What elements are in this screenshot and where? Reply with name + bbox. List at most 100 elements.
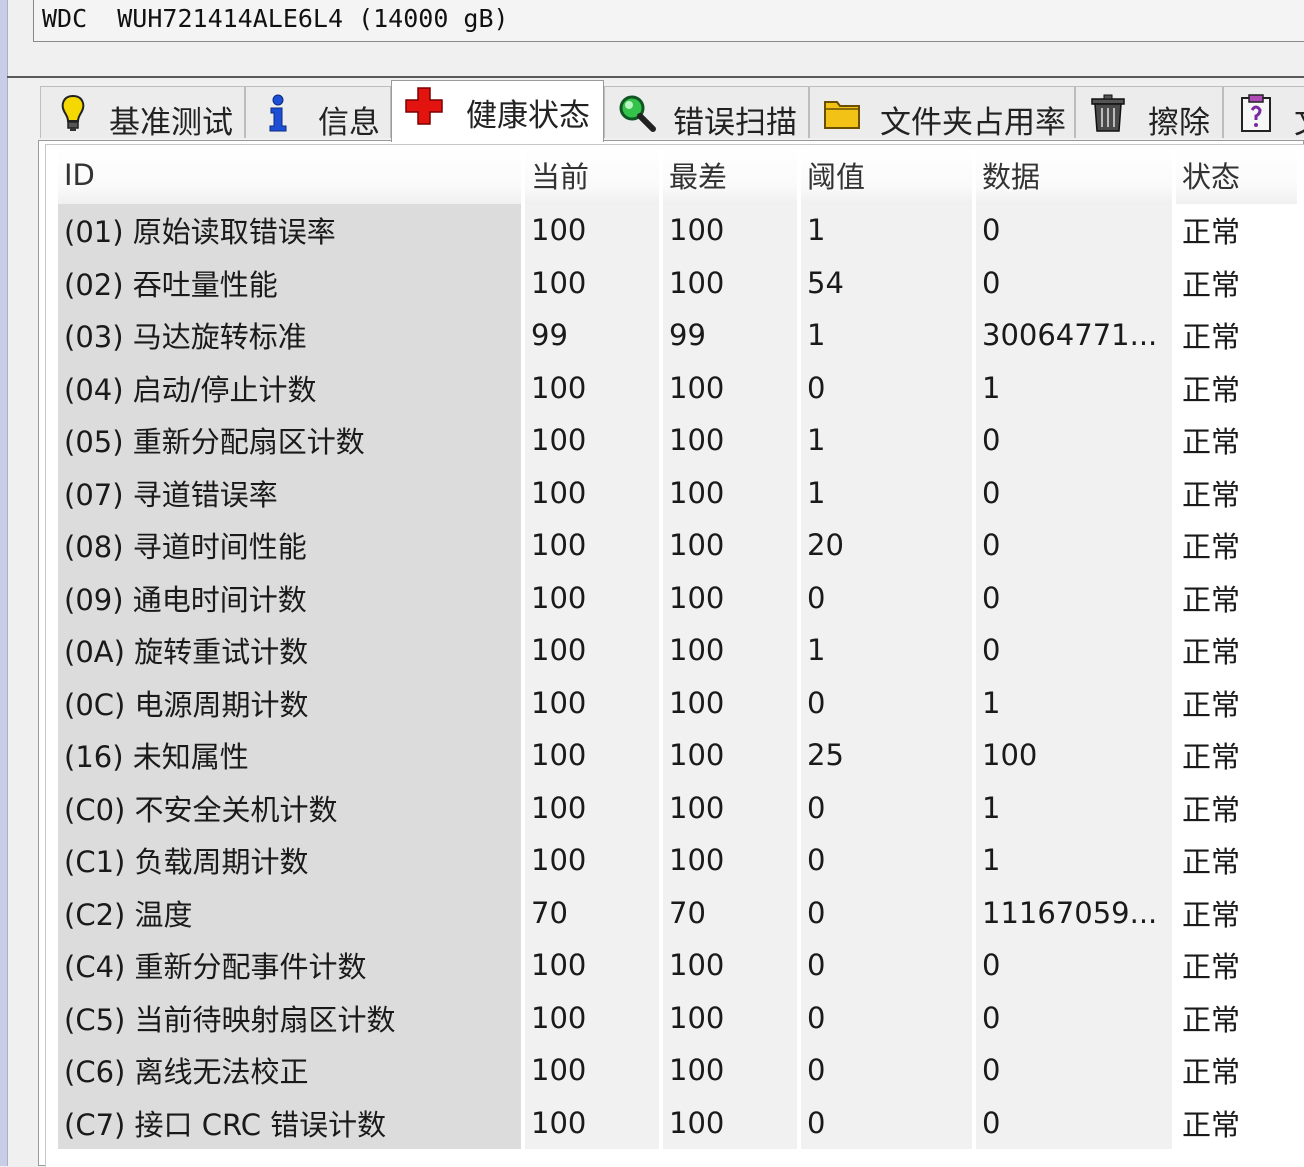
table-header-row: ID 当前 最差 阈值 数据 状态 xyxy=(58,146,1301,204)
table-row[interactable]: (02) 吞吐量性能 100 100 54 0 正常 xyxy=(58,256,1301,309)
table-row[interactable]: (03) 马达旋转标准 99 99 1 30064771... 正常 xyxy=(58,309,1301,362)
worst-value: 100 xyxy=(661,1096,801,1149)
status-value: 正常 xyxy=(1174,676,1301,729)
attribute-name: (C4) 重新分配事件计数 xyxy=(58,939,525,992)
table-row[interactable]: (C6) 离线无法校正 100 100 0 0 正常 xyxy=(58,1044,1301,1097)
attribute-name: (0C) 电源周期计数 xyxy=(58,676,525,729)
tab-file[interactable]: 文 xyxy=(1223,86,1304,141)
current-value: 100 xyxy=(523,834,663,887)
attribute-name: (C7) 接口 CRC 错误计数 xyxy=(58,1096,525,1149)
attribute-name: (02) 吞吐量性能 xyxy=(58,256,525,309)
raw-data-value: 0 xyxy=(974,939,1176,992)
folder-icon xyxy=(824,101,860,129)
worst-value: 100 xyxy=(661,781,801,834)
worst-value: 100 xyxy=(661,519,801,572)
status-value: 正常 xyxy=(1174,781,1301,834)
health-cross-icon xyxy=(405,87,443,125)
bulb-icon xyxy=(61,94,85,131)
attribute-name: (07) 寻道错误率 xyxy=(58,466,525,519)
current-value: 100 xyxy=(523,939,663,992)
raw-data-value: 0 xyxy=(974,624,1176,677)
threshold-value: 0 xyxy=(799,781,976,834)
info-icon xyxy=(269,94,287,132)
table-row[interactable]: (C1) 负载周期计数 100 100 0 1 正常 xyxy=(58,834,1301,887)
table-row[interactable]: (C7) 接口 CRC 错误计数 100 100 0 0 正常 xyxy=(58,1096,1301,1149)
worst-value: 100 xyxy=(661,991,801,1044)
status-value: 正常 xyxy=(1174,256,1301,309)
attribute-name: (05) 重新分配扇区计数 xyxy=(58,414,525,467)
status-value: 正常 xyxy=(1174,361,1301,414)
clipboard-icon xyxy=(1241,94,1271,132)
threshold-value: 0 xyxy=(799,834,976,887)
tab-folder-usage[interactable]: 文件夹占用率 xyxy=(809,86,1075,141)
table-row[interactable]: (01) 原始读取错误率 100 100 1 0 正常 xyxy=(58,204,1301,257)
raw-data-value: 1 xyxy=(974,361,1176,414)
status-value: 正常 xyxy=(1174,886,1301,939)
status-value: 正常 xyxy=(1174,309,1301,362)
tab-benchmark-label: 基准测试 xyxy=(109,105,233,141)
table-row[interactable]: (04) 启动/停止计数 100 100 0 1 正常 xyxy=(58,361,1301,414)
tab-info[interactable]: 信息 xyxy=(245,86,391,141)
current-value: 100 xyxy=(523,624,663,677)
worst-value: 100 xyxy=(661,676,801,729)
table-row[interactable]: (0C) 电源周期计数 100 100 0 1 正常 xyxy=(58,676,1301,729)
trash-icon xyxy=(1091,94,1125,132)
attribute-name: (01) 原始读取错误率 xyxy=(58,204,525,257)
current-value: 99 xyxy=(523,309,663,362)
tab-error-scan[interactable]: 错误扫描 xyxy=(604,86,809,141)
drive-selector[interactable]: WDC WUH721414ALE6L4 (14000 gB) xyxy=(33,0,1304,42)
tab-erase[interactable]: 擦除 xyxy=(1075,86,1223,141)
worst-value: 100 xyxy=(661,414,801,467)
tab-benchmark[interactable]: 基准测试 xyxy=(40,86,245,141)
tab-file-label: 文 xyxy=(1294,97,1304,142)
current-value: 100 xyxy=(523,676,663,729)
table-row[interactable]: (C0) 不安全关机计数 100 100 0 1 正常 xyxy=(58,781,1301,834)
worst-value: 100 xyxy=(661,204,801,257)
status-value: 正常 xyxy=(1174,729,1301,782)
drive-label: WDC WUH721414ALE6L4 (14000 gB) xyxy=(42,4,509,33)
threshold-value: 0 xyxy=(799,1044,976,1097)
current-value: 100 xyxy=(523,414,663,467)
attribute-name: (09) 通电时间计数 xyxy=(58,571,525,624)
current-value: 100 xyxy=(523,729,663,782)
status-value: 正常 xyxy=(1174,414,1301,467)
table-row[interactable]: (07) 寻道错误率 100 100 1 0 正常 xyxy=(58,466,1301,519)
threshold-value: 20 xyxy=(799,519,976,572)
worst-value: 100 xyxy=(661,571,801,624)
column-header-id[interactable]: ID xyxy=(58,146,525,204)
current-value: 100 xyxy=(523,204,663,257)
worst-value: 99 xyxy=(661,309,801,362)
threshold-value: 0 xyxy=(799,361,976,414)
table-row[interactable]: (C5) 当前待映射扇区计数 100 100 0 0 正常 xyxy=(58,991,1301,1044)
attribute-name: (C2) 温度 xyxy=(58,886,525,939)
table-row[interactable]: (C4) 重新分配事件计数 100 100 0 0 正常 xyxy=(58,939,1301,992)
column-header-worst[interactable]: 最差 xyxy=(661,146,801,204)
threshold-value: 25 xyxy=(799,729,976,782)
column-header-threshold[interactable]: 阈值 xyxy=(799,146,976,204)
status-value: 正常 xyxy=(1174,624,1301,677)
column-header-current[interactable]: 当前 xyxy=(523,146,663,204)
current-value: 100 xyxy=(523,1044,663,1097)
toolbar-separator xyxy=(7,76,1304,78)
column-header-status[interactable]: 状态 xyxy=(1174,146,1301,204)
table-row[interactable]: (16) 未知属性 100 100 25 100 正常 xyxy=(58,729,1301,782)
status-value: 正常 xyxy=(1174,204,1301,257)
table-row[interactable]: (0A) 旋转重试计数 100 100 1 0 正常 xyxy=(58,624,1301,677)
worst-value: 100 xyxy=(661,256,801,309)
status-value: 正常 xyxy=(1174,571,1301,624)
table-row[interactable]: (08) 寻道时间性能 100 100 20 0 正常 xyxy=(58,519,1301,572)
current-value: 100 xyxy=(523,991,663,1044)
table-row[interactable]: (09) 通电时间计数 100 100 0 0 正常 xyxy=(58,571,1301,624)
attribute-name: (C0) 不安全关机计数 xyxy=(58,781,525,834)
magnifier-icon xyxy=(619,95,656,132)
threshold-value: 1 xyxy=(799,624,976,677)
attribute-name: (0A) 旋转重试计数 xyxy=(58,624,525,677)
status-value: 正常 xyxy=(1174,466,1301,519)
tab-health[interactable]: 健康状态 xyxy=(391,80,604,142)
table-row[interactable]: (05) 重新分配扇区计数 100 100 1 0 正常 xyxy=(58,414,1301,467)
table-row[interactable]: (C2) 温度 70 70 0 11167059... 正常 xyxy=(58,886,1301,939)
column-header-data[interactable]: 数据 xyxy=(974,146,1176,204)
tab-health-label: 健康状态 xyxy=(466,98,590,134)
worst-value: 100 xyxy=(661,624,801,677)
status-value: 正常 xyxy=(1174,834,1301,887)
